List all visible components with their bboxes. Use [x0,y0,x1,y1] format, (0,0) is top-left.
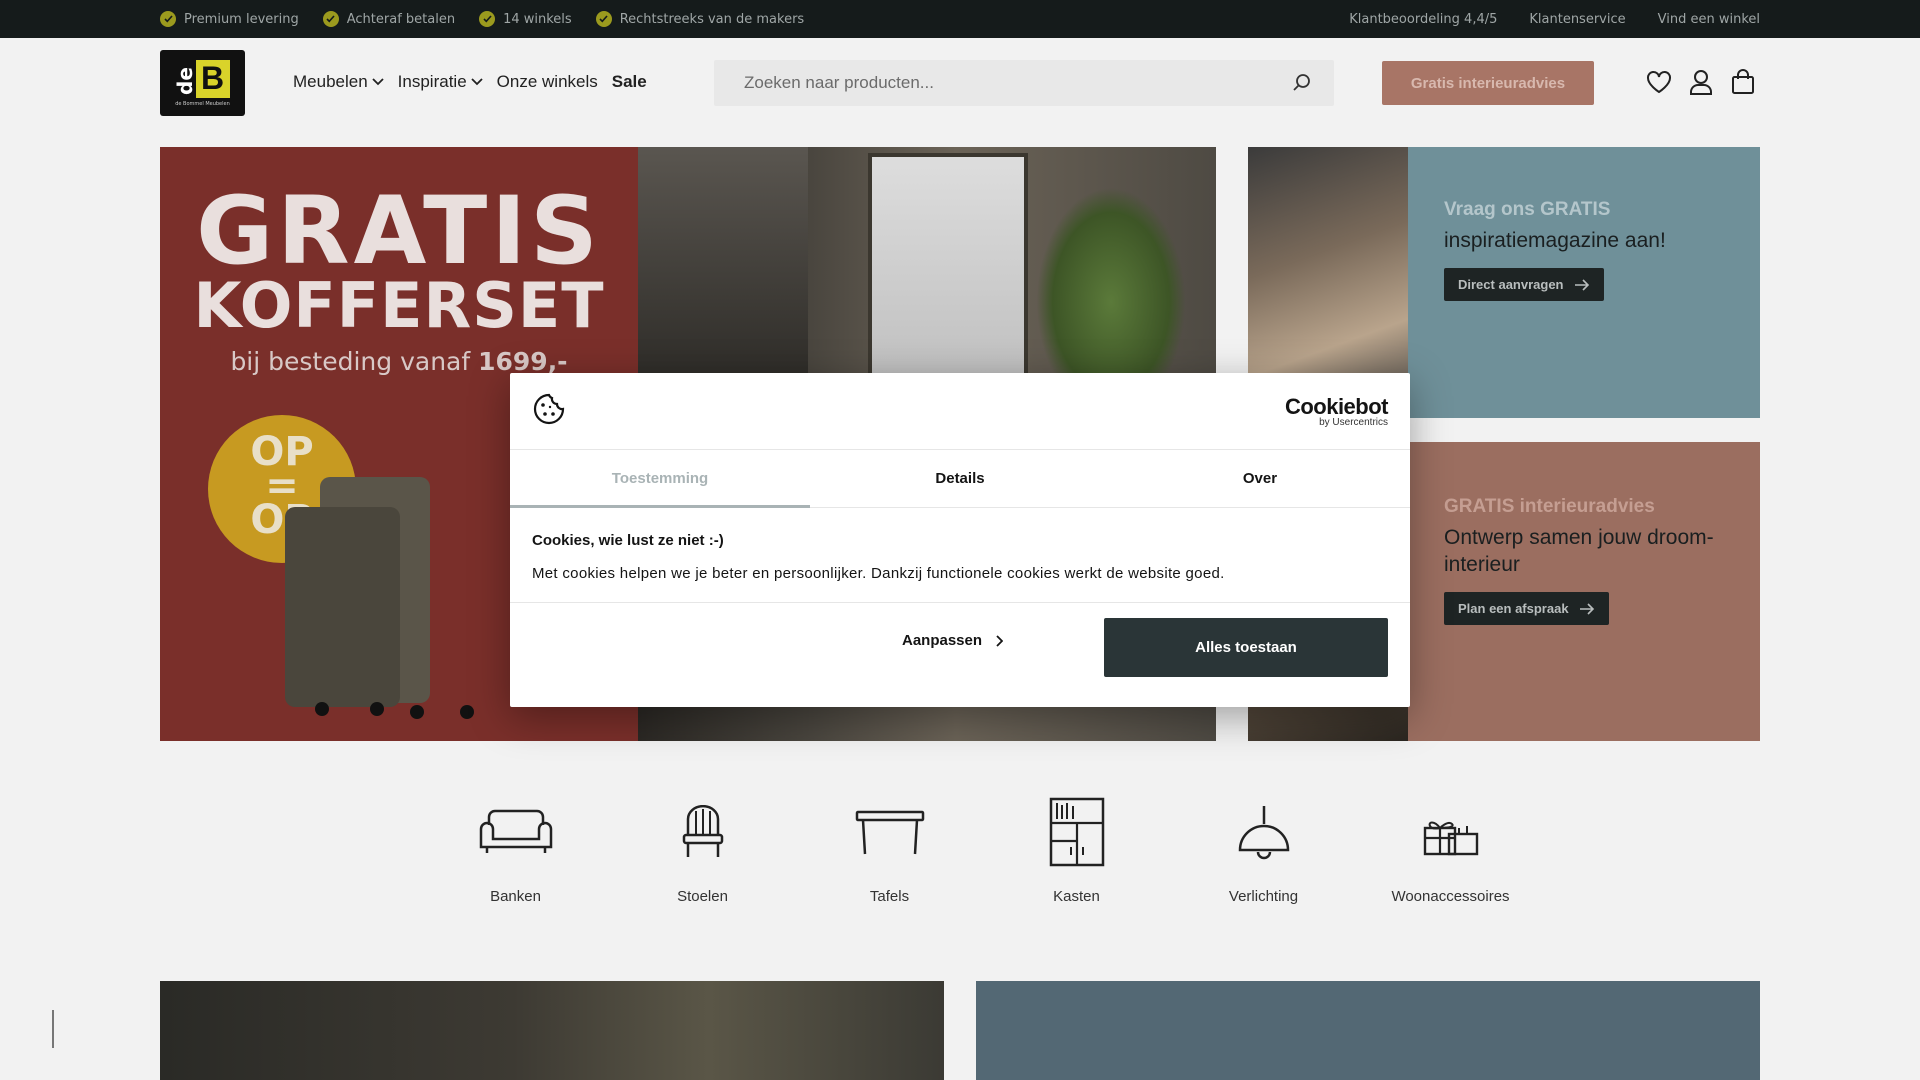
arrow-right-icon [1579,602,1594,615]
usp-label: 14 winkels [503,11,572,27]
category-label: Stoelen [677,888,728,905]
site-header: de B de Bommel Meubelen Meubelen Inspira… [0,38,1920,128]
search-bar [714,60,1334,106]
accessories-icon [1421,796,1481,868]
find-store-link[interactable]: Vind een winkel [1658,12,1760,27]
cookiebot-logo: Cookiebot by Usercentrics [1284,394,1389,428]
hero-subtitle: bij besteding vanaf 1699,- [230,347,568,376]
category-label: Kasten [1053,888,1100,905]
tab-over[interactable]: Over [1110,450,1410,507]
table-icon [855,796,925,868]
search-input[interactable] [714,60,1274,106]
dialog-tabs: Toestemming Details Over [510,450,1410,508]
dialog-title: Cookies, wie lust ze niet :-) [532,532,724,549]
search-icon[interactable] [1292,73,1312,97]
cabinet-icon [1049,796,1105,868]
usp-label: Achteraf betalen [346,11,456,27]
usp-item: Premium levering [160,11,299,27]
nav-sale[interactable]: Sale [612,72,647,92]
banner-heading: Vraag ons GRATIS [1444,199,1611,220]
sofa-icon [477,796,555,868]
category-woonaccessoires[interactable]: Woonaccessoires [1357,796,1544,905]
category-label: Tafels [869,888,910,905]
plan-appointment-button[interactable]: Plan een afspraak [1444,592,1609,625]
dialog-header: Cookiebot by Usercentrics [510,373,1410,450]
category-stoelen[interactable]: Stoelen [609,796,796,905]
lighting-tile[interactable] [160,981,944,1080]
banner-subheading: Ontwerp samen jouw droom-interieur [1444,526,1714,576]
check-icon [160,11,176,27]
customize-button[interactable]: Aanpassen [902,632,1004,649]
category-label: Verlichting [1228,888,1299,905]
cookie-icon [532,392,566,431]
suitcase-image [285,507,400,707]
usp-list: Premium levering Achteraf betalen 14 win… [160,11,804,27]
banner-heading: GRATIS interieuradvies [1444,496,1655,517]
scroll-indicator [52,1010,54,1048]
banner-subheading: inspiratiemagazine aan! [1444,229,1666,252]
category-label: Banken [490,888,541,905]
check-icon [595,11,612,27]
category-verlichting[interactable]: Verlichting [1170,796,1357,905]
customer-service-link[interactable]: Klantenservice [1529,12,1625,27]
site-logo[interactable]: de B de Bommel Meubelen [160,50,245,116]
heart-icon[interactable] [1646,68,1672,96]
usp-item: 14 winkels [479,11,572,27]
chair-icon [680,796,726,868]
usp-label: Premium levering [184,11,299,27]
nav-onze-winkels[interactable]: Onze winkels [497,72,598,92]
cart-bag-icon[interactable] [1730,68,1756,96]
usp-item: Achteraf betalen [322,11,456,27]
usp-label: Rechtstreeks van de makers [619,11,805,27]
user-icon[interactable] [1688,68,1714,96]
chevron-right-icon [996,634,1004,647]
category-bar: Banken Stoelen Tafels Kasten Verlichting… [422,796,1544,905]
top-links: Klantbeoordeling 4,4/5 Klantenservice Vi… [1349,12,1760,27]
dialog-actions: Aanpassen Alles toestaan [510,603,1410,699]
interior-advice-button[interactable]: Gratis interieuradvies [1382,61,1594,105]
logo-mark: de B [173,59,230,98]
category-label: Woonaccessoires [1391,888,1510,905]
category-tafels[interactable]: Tafels [796,796,983,905]
check-icon [322,11,339,27]
dialog-body: Cookies, wie lust ze niet :-) Met cookie… [510,508,1410,603]
nav-inspiratie[interactable]: Inspiratie [398,72,483,92]
tab-toestemming[interactable]: Toestemming [510,450,810,508]
dialog-text: Met cookies helpen we je beter en persoo… [532,565,1225,582]
promo-tile[interactable] [976,981,1760,1080]
hero-title-line2: KOFFERSET [193,269,605,342]
request-magazine-button[interactable]: Direct aanvragen [1444,268,1604,301]
rating-link[interactable]: Klantbeoordeling 4,4/5 [1349,12,1497,27]
usp-item: Rechtstreeks van de makers [595,11,805,27]
usp-bar: Premium levering Achteraf betalen 14 win… [0,0,1920,38]
tab-details[interactable]: Details [810,450,1110,507]
main-nav: Meubelen Inspiratie Onze winkels Sale [293,72,647,92]
chevron-down-icon [372,78,384,86]
chevron-down-icon [471,78,483,86]
nav-meubelen[interactable]: Meubelen [293,72,384,92]
category-kasten[interactable]: Kasten [983,796,1170,905]
allow-all-button[interactable]: Alles toestaan [1104,618,1388,677]
wall-poster [868,153,1028,403]
cookie-consent-dialog: Cookiebot by Usercentrics Toestemming De… [510,373,1410,707]
arrow-right-icon [1574,278,1589,291]
category-banken[interactable]: Banken [422,796,609,905]
check-icon [479,11,496,27]
header-icons [1646,68,1756,96]
lamp-icon [1236,796,1292,868]
logo-tagline: de Bommel Meubelen [175,100,230,107]
